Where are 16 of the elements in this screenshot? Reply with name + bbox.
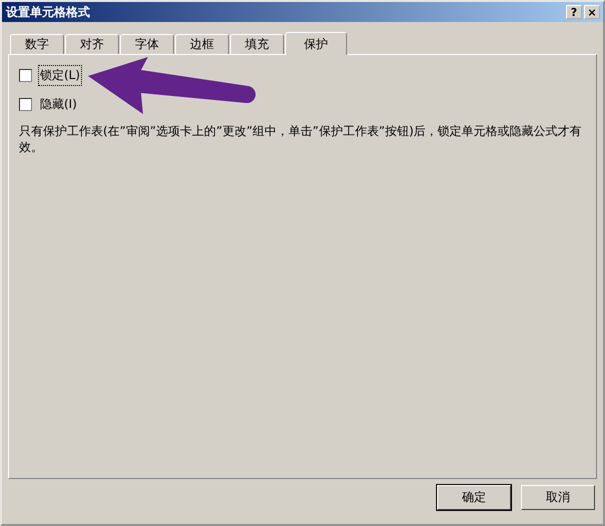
window-title: 设置单元格格式: [6, 4, 91, 20]
tab[interactable]: 填充: [230, 34, 284, 54]
tab[interactable]: 字体: [120, 34, 174, 54]
checkbox[interactable]: [19, 98, 32, 111]
tab[interactable]: 保护: [285, 32, 347, 55]
checkbox-label[interactable]: 锁定(L): [38, 65, 82, 86]
tab[interactable]: 边框: [175, 34, 229, 54]
checkbox-label[interactable]: 隐藏(I): [38, 94, 79, 115]
checkbox[interactable]: [19, 69, 32, 82]
info-text: 只有保护工作表(在”审阅”选项卡上的”更改”组中，单击”保护工作表”按钮)后，锁定单元格或隐藏公式才有效。: [19, 123, 583, 155]
tab[interactable]: 对齐: [65, 34, 119, 54]
cancel-button[interactable]: 取消: [521, 485, 595, 510]
tab[interactable]: 数字: [10, 34, 64, 54]
ok-button[interactable]: 确定: [437, 485, 511, 510]
help-button[interactable]: ?: [566, 5, 582, 19]
close-button[interactable]: ×: [584, 5, 600, 19]
